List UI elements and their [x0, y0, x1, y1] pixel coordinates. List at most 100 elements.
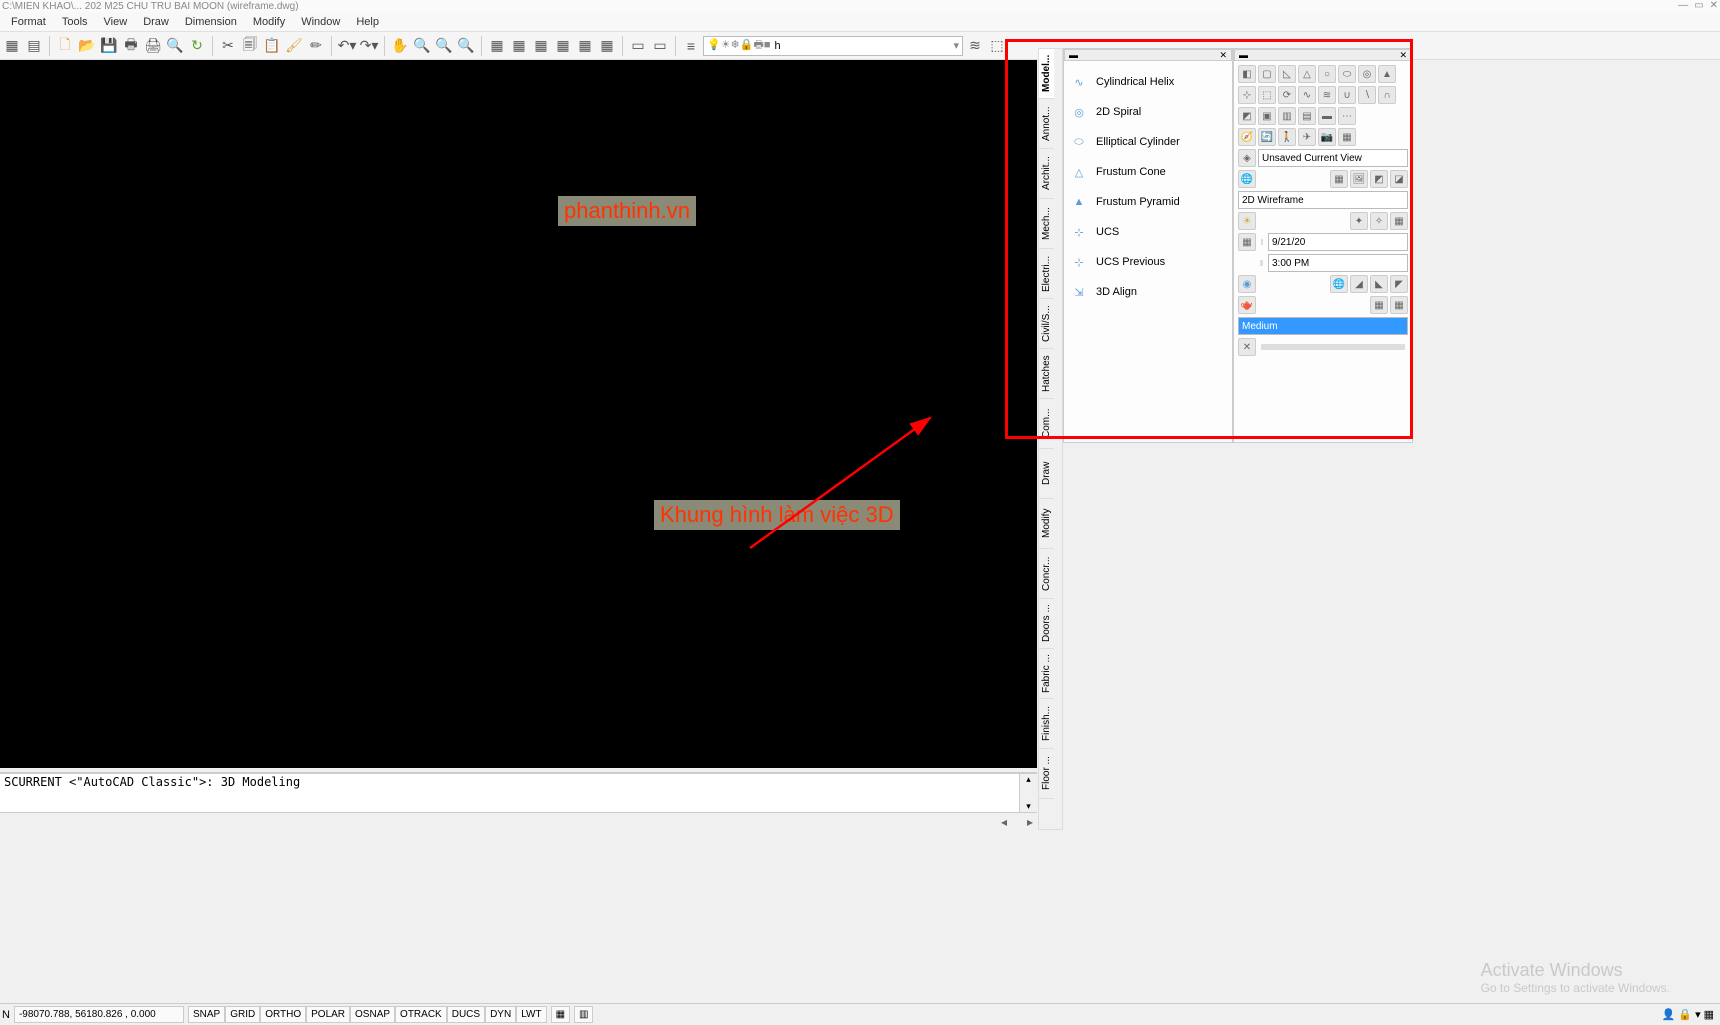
paper-toggle-icon[interactable]: ▥	[574, 1006, 593, 1023]
menu-window[interactable]: Window	[293, 14, 348, 30]
close-icon[interactable]: ✕	[1710, 0, 1718, 11]
menu-modify[interactable]: Modify	[245, 14, 293, 30]
markup-icon[interactable]: ▦	[575, 36, 595, 56]
preview-icon[interactable]: 🔍	[165, 36, 185, 56]
progress-slider[interactable]	[1261, 344, 1405, 350]
subtract-icon[interactable]: ∖	[1358, 86, 1376, 104]
sun-icon[interactable]: ☀	[1238, 212, 1256, 230]
render-quality-input[interactable]	[1238, 317, 1408, 335]
cone-icon[interactable]: △	[1298, 65, 1316, 83]
save-icon[interactable]: 💾	[99, 36, 119, 56]
tray-4-icon[interactable]: ▦	[1704, 1008, 1714, 1021]
visual-style-input[interactable]	[1238, 191, 1408, 209]
close-panel-icon[interactable]: ✕	[1219, 50, 1227, 61]
minimize-icon[interactable]: —	[1678, 0, 1688, 11]
mat3-icon[interactable]: ◣	[1370, 275, 1388, 293]
pan-icon[interactable]: ✋	[390, 36, 410, 56]
zoom-prev-icon[interactable]: 🔍	[434, 36, 454, 56]
render-opt-icon[interactable]: ▦	[1370, 296, 1388, 314]
palette-tab-6[interactable]: Hatches	[1039, 349, 1054, 399]
toggle-snap[interactable]: SNAP	[188, 1006, 225, 1023]
grid-icon[interactable]: ▤	[24, 36, 44, 56]
render-icon[interactable]: 🖼	[1350, 170, 1368, 188]
h-scrollbar[interactable]: ◂ ▸	[0, 812, 1037, 829]
new-icon[interactable]: ▦	[2, 36, 22, 56]
scroll-down-icon[interactable]: ▾	[1026, 801, 1031, 812]
flatten-icon[interactable]: ▬	[1318, 107, 1336, 125]
time-slider[interactable]	[1260, 260, 1263, 266]
file-new-icon[interactable]: 🗋	[55, 36, 75, 56]
palette-tab-11[interactable]: Doors ...	[1039, 599, 1054, 649]
intersect-icon[interactable]: ∩	[1378, 86, 1396, 104]
collapse-icon[interactable]: ▬	[1069, 50, 1078, 60]
block2-icon[interactable]: ▭	[650, 36, 670, 56]
command-scrollbar[interactable]: ▴ ▾	[1019, 774, 1037, 812]
palette-tab-3[interactable]: Mech...	[1039, 199, 1054, 249]
palette-tab-10[interactable]: Concr...	[1039, 549, 1054, 599]
wedge-icon[interactable]: ◺	[1278, 65, 1296, 83]
cam2-icon[interactable]: ▦	[1338, 128, 1356, 146]
palette-tab-12[interactable]: Fabric ...	[1039, 649, 1054, 699]
tool-spiral[interactable]: ◎2D Spiral	[1066, 97, 1230, 127]
layer-states-icon[interactable]: ⬚	[987, 36, 1007, 56]
ucs-icon[interactable]: ⊹	[1238, 86, 1256, 104]
command-window[interactable]: SCURRENT <"AutoCAD Classic">: 3D Modelin…	[0, 772, 1037, 812]
toggle-osnap[interactable]: OSNAP	[350, 1006, 395, 1023]
palette-tab-1[interactable]: Annot...	[1039, 99, 1054, 149]
date-input[interactable]	[1268, 233, 1408, 251]
design-icon[interactable]: ▦	[509, 36, 529, 56]
cut-icon[interactable]: ✂	[218, 36, 238, 56]
props-icon[interactable]: ▦	[487, 36, 507, 56]
imprint-icon[interactable]: ▥	[1278, 107, 1296, 125]
tool-align[interactable]: ⇲3D Align	[1066, 277, 1230, 307]
toggle-ducs[interactable]: DUCS	[447, 1006, 485, 1023]
toggle-dyn[interactable]: DYN	[485, 1006, 516, 1023]
maximize-icon[interactable]: ▭	[1694, 0, 1703, 11]
tool-helix[interactable]: ∿Cylindrical Helix	[1066, 67, 1230, 97]
brush-icon[interactable]: ✏	[306, 36, 326, 56]
material-icon[interactable]: ◉	[1238, 275, 1256, 293]
toggle-polar[interactable]: POLAR	[306, 1006, 350, 1023]
tray-2-icon[interactable]: 🔒	[1678, 1008, 1692, 1021]
calendar-icon[interactable]: ▦	[1238, 233, 1256, 251]
palette-tab-4[interactable]: Electri...	[1039, 249, 1054, 299]
toggle-ortho[interactable]: ORTHO	[260, 1006, 306, 1023]
print-icon[interactable]: 🖶	[121, 36, 141, 56]
mat4-icon[interactable]: ◤	[1390, 275, 1408, 293]
toggle-lwt[interactable]: LWT	[516, 1006, 546, 1023]
redo-icon[interactable]: ↷▾	[359, 36, 379, 56]
palette-tab-13[interactable]: Finish...	[1039, 699, 1054, 749]
globe-icon[interactable]: 🌐	[1238, 170, 1256, 188]
box-icon[interactable]: ▢	[1258, 65, 1276, 83]
close-panel-icon[interactable]: ✕	[1399, 50, 1407, 61]
menu-help[interactable]: Help	[348, 14, 387, 30]
menu-dimension[interactable]: Dimension	[177, 14, 245, 30]
fly-icon[interactable]: ✈	[1298, 128, 1316, 146]
teapot-icon[interactable]: 🫖	[1238, 296, 1256, 314]
scroll-left-icon[interactable]: ◂	[1001, 815, 1007, 829]
pyramid-icon[interactable]: ▲	[1378, 65, 1396, 83]
file-open-icon[interactable]: 📂	[77, 36, 97, 56]
calc-icon[interactable]: ▦	[597, 36, 617, 56]
tool-cyl[interactable]: ⬭Elliptical Cylinder	[1066, 127, 1230, 157]
torus-icon[interactable]: ◎	[1358, 65, 1376, 83]
walk-icon[interactable]: 🚶	[1278, 128, 1296, 146]
palette-tab-0[interactable]: Model...	[1039, 49, 1054, 99]
view-icon[interactable]: ◈	[1238, 149, 1256, 167]
cube-icon[interactable]: ◧	[1238, 65, 1256, 83]
cam-icon[interactable]: 📷	[1318, 128, 1336, 146]
x-icon[interactable]: ✕	[1238, 338, 1256, 356]
panel-header[interactable]: ▬ ✕	[1064, 49, 1232, 61]
palette-tab-7[interactable]: Com...	[1039, 399, 1054, 449]
toggle-grid[interactable]: GRID	[225, 1006, 260, 1023]
mat1-icon[interactable]: 🌐	[1330, 275, 1348, 293]
collapse-icon[interactable]: ▬	[1239, 50, 1248, 60]
layer-prev-icon[interactable]: ≋	[965, 36, 985, 56]
toggle-otrack[interactable]: OTRACK	[395, 1006, 447, 1023]
loft-icon[interactable]: ≋	[1318, 86, 1336, 104]
tool-pyr[interactable]: ▲Frustum Pyramid	[1066, 187, 1230, 217]
union-icon[interactable]: ∪	[1338, 86, 1356, 104]
match-icon[interactable]: 🖌	[284, 36, 304, 56]
view-panel-header[interactable]: ▬ ✕	[1234, 49, 1412, 61]
mat2-icon[interactable]: ◢	[1350, 275, 1368, 293]
